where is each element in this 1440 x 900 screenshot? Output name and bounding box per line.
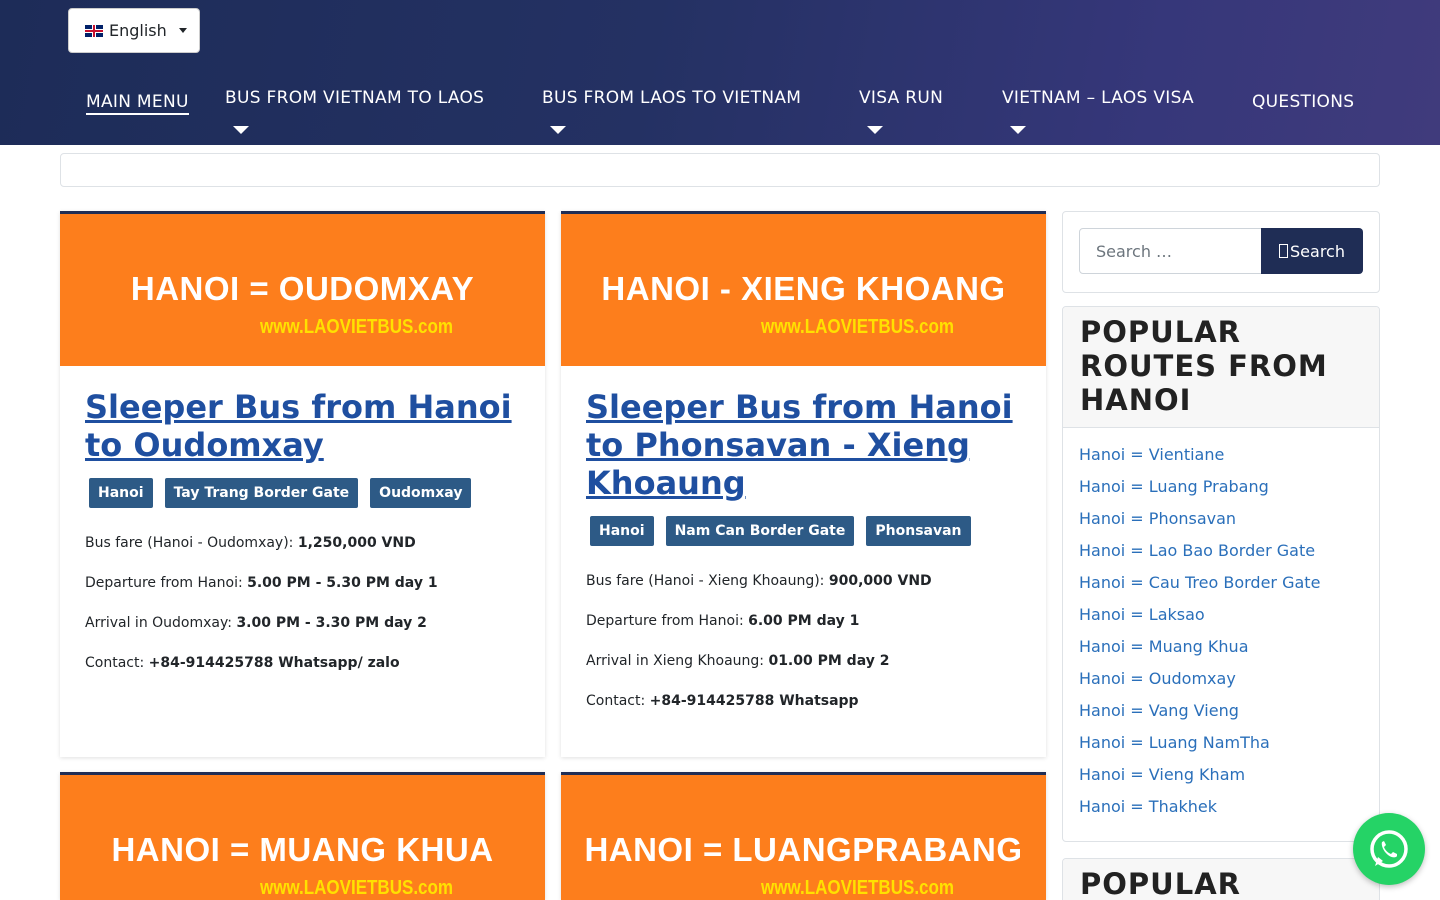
info-value: +84-914425788 Whatsapp (649, 693, 859, 709)
departure-info: Departure from Hanoi: 6.00 PM day 1 (586, 612, 1021, 630)
nav-label: VIETNAM – LAOS VISA (1002, 88, 1194, 108)
route-card-phonsavan: HANOI - XIENG KHOANG www.LAOVIETBUS.com … (561, 211, 1046, 757)
info-value: 3.00 PM - 3.30 PM day 2 (236, 615, 427, 631)
nav-bus-laos-to-vietnam[interactable]: BUS FROM LAOS TO VIETNAM (542, 88, 802, 134)
search-button[interactable]: Search (1261, 228, 1363, 274)
search-icon (1279, 244, 1289, 258)
info-value: 5.00 PM - 5.30 PM day 1 (247, 575, 438, 591)
widget-title: POPULAR (1063, 859, 1379, 900)
info-value: +84-914425788 Whatsapp/ zalo (148, 655, 400, 671)
route-link[interactable]: Hanoi = Cau Treo Border Gate (1079, 574, 1363, 606)
banner-title: HANOI = OUDOMXAY (130, 270, 475, 307)
info-value: 1,250,000 VND (297, 535, 416, 551)
route-link[interactable]: Hanoi = Luang Prabang (1079, 478, 1363, 510)
language-label: English (109, 21, 167, 40)
popular-routes-widget: POPULAR ROUTES FROM HANOI Hanoi = Vienti… (1062, 306, 1380, 842)
dropdown-arrow-icon (550, 126, 566, 134)
route-banner-image[interactable]: HANOI = OUDOMXAY www.LAOVIETBUS.com (60, 214, 545, 366)
nav-bus-vietnam-to-laos[interactable]: BUS FROM VIETNAM TO LAOS (225, 88, 485, 134)
arrival-info: Arrival in Xieng Khoaung: 01.00 PM day 2 (586, 652, 1021, 670)
site-header: English MAIN MENU BUS FROM VIETNAM TO LA… (0, 0, 1440, 145)
route-card-muang-khua: HANOI = MUANG KHUA www.LAOVIETBUS.com (60, 772, 545, 900)
info-value: 6.00 PM day 1 (748, 613, 860, 629)
tag[interactable]: Hanoi (89, 478, 153, 508)
nav-label: BUS FROM LAOS TO VIETNAM (542, 88, 802, 108)
tag-list: Hanoi Tay Trang Border Gate Oudomxay (89, 478, 520, 508)
search-widget: Search (1062, 211, 1380, 293)
route-link[interactable]: Hanoi = Thakhek (1079, 798, 1363, 830)
tag[interactable]: Tay Trang Border Gate (164, 478, 359, 508)
banner-title: HANOI = LUANGPRABANG (584, 831, 1023, 868)
route-link[interactable]: Hanoi = Phonsavan (1079, 510, 1363, 542)
route-banner-image[interactable]: HANOI = LUANGPRABANG www.LAOVIETBUS.com (561, 775, 1046, 900)
tag-list: Hanoi Nam Can Border Gate Phonsavan (590, 516, 1021, 546)
banner-site: www.LAOVIETBUS.com (761, 316, 955, 338)
banner-title: HANOI = MUANG KHUA (111, 831, 494, 868)
route-card-luangprabang: HANOI = LUANGPRABANG www.LAOVIETBUS.com (561, 772, 1046, 900)
banner-site: www.LAOVIETBUS.com (260, 877, 454, 899)
breadcrumb (60, 153, 1380, 187)
whatsapp-icon (1370, 830, 1408, 868)
route-link[interactable]: Hanoi = Vieng Kham (1079, 766, 1363, 798)
route-card-oudomxay: HANOI = OUDOMXAY www.LAOVIETBUS.com Slee… (60, 211, 545, 757)
banner-title: HANOI - XIENG KHOANG (601, 270, 1006, 307)
dropdown-arrow-icon (233, 126, 249, 134)
route-link[interactable]: Hanoi = Lao Bao Border Gate (1079, 542, 1363, 574)
info-label: Departure from Hanoi: (586, 613, 749, 629)
nav-label: VISA RUN (859, 88, 944, 108)
popular-widget-2: POPULAR (1062, 858, 1380, 900)
info-label: Bus fare (Hanoi - Oudomxay): (85, 535, 298, 551)
info-label: Bus fare (Hanoi - Xieng Khoaung): (586, 573, 829, 589)
route-link[interactable]: Hanoi = Laksao (1079, 606, 1363, 638)
bus-fare-info: Bus fare (Hanoi - Xieng Khoaung): 900,00… (586, 572, 1021, 590)
tag[interactable]: Oudomxay (370, 478, 472, 508)
route-link[interactable]: Hanoi = Vientiane (1079, 446, 1363, 478)
info-label: Arrival in Oudomxay: (85, 615, 237, 631)
route-banner-image[interactable]: HANOI - XIENG KHOANG www.LAOVIETBUS.com (561, 214, 1046, 366)
banner-site: www.LAOVIETBUS.com (761, 877, 955, 899)
departure-info: Departure from Hanoi: 5.00 PM - 5.30 PM … (85, 574, 520, 592)
whatsapp-button[interactable] (1353, 813, 1425, 885)
contact-info: Contact: +84-914425788 Whatsapp/ zalo (85, 654, 520, 672)
widget-title: POPULAR ROUTES FROM HANOI (1063, 307, 1379, 428)
route-banner-image[interactable]: HANOI = MUANG KHUA www.LAOVIETBUS.com (60, 775, 545, 900)
language-selector[interactable]: English (68, 8, 200, 53)
nav-questions[interactable]: QUESTIONS (1252, 92, 1354, 112)
tag[interactable]: Hanoi (590, 516, 654, 546)
info-label: Contact: (586, 693, 650, 709)
uk-flag-icon (85, 24, 103, 37)
route-link[interactable]: Hanoi = Luang NamTha (1079, 734, 1363, 766)
route-title-link[interactable]: Sleeper Bus from Hanoi to Oudomxay (85, 388, 520, 464)
info-label: Contact: (85, 655, 149, 671)
nav-main-menu[interactable]: MAIN MENU (86, 92, 189, 115)
search-button-label: Search (1290, 241, 1345, 261)
route-link[interactable]: Hanoi = Muang Khua (1079, 638, 1363, 670)
tag[interactable]: Phonsavan (866, 516, 971, 546)
dropdown-arrow-icon (1010, 126, 1026, 134)
nav-vietnam-laos-visa[interactable]: VIETNAM – LAOS VISA (1002, 88, 1194, 134)
route-link[interactable]: Hanoi = Vang Vieng (1079, 702, 1363, 734)
tag[interactable]: Nam Can Border Gate (665, 516, 855, 546)
arrival-info: Arrival in Oudomxay: 3.00 PM - 3.30 PM d… (85, 614, 520, 632)
bus-fare-info: Bus fare (Hanoi - Oudomxay): 1,250,000 V… (85, 534, 520, 552)
banner-site: www.LAOVIETBUS.com (260, 316, 454, 338)
search-input[interactable] (1079, 228, 1262, 274)
routes-list: Hanoi = Vientiane Hanoi = Luang Prabang … (1063, 428, 1379, 840)
dropdown-arrow-icon (867, 126, 883, 134)
info-label: Arrival in Xieng Khoaung: (586, 653, 769, 669)
info-value: 900,000 VND (828, 573, 932, 589)
route-link[interactable]: Hanoi = Oudomxay (1079, 670, 1363, 702)
nav-label: QUESTIONS (1252, 92, 1355, 112)
contact-info: Contact: +84-914425788 Whatsapp (586, 692, 1021, 710)
info-label: Departure from Hanoi: (85, 575, 248, 591)
info-value: 01.00 PM day 2 (768, 653, 890, 669)
nav-label: MAIN MENU (86, 92, 189, 115)
route-title-link[interactable]: Sleeper Bus from Hanoi to Phonsavan - Xi… (586, 388, 1021, 502)
nav-visa-run[interactable]: VISA RUN (859, 88, 944, 134)
nav-label: BUS FROM VIETNAM TO LAOS (225, 88, 485, 108)
chevron-down-icon (178, 28, 187, 33)
